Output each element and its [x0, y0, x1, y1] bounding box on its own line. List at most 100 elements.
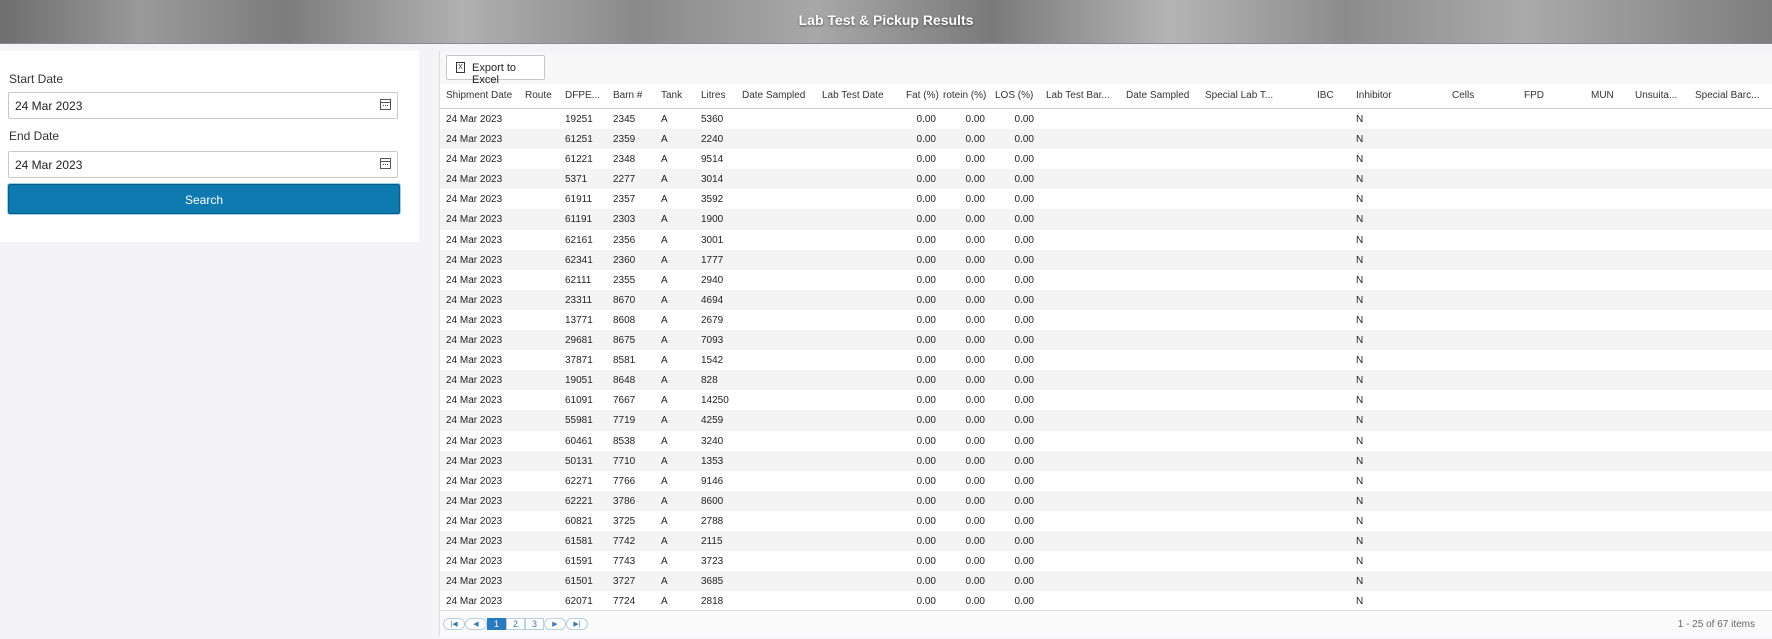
cell-barn: 2357 — [613, 194, 636, 206]
cell-dfpe: 62161 — [565, 234, 593, 246]
cell-barn: 8608 — [613, 314, 636, 326]
table-row[interactable]: 24 Mar 2023 5371 2277 A 3014 0.00 0.00 0.00 N — [440, 169, 1772, 190]
cell-litres: 3014 — [701, 174, 724, 186]
cell-litres: 2818 — [701, 596, 724, 608]
cell-tank: A — [661, 556, 668, 568]
calendar-icon[interactable] — [380, 158, 391, 169]
table-row[interactable]: 24 Mar 2023 50131 7710 A 1353 0.00 0.00 0.00 N — [440, 450, 1772, 471]
cell-tank: A — [661, 274, 668, 286]
col-los[interactable]: LOS (%) — [995, 90, 1033, 101]
cell-tank: A — [661, 355, 668, 367]
grid-header: Shipment Date Route DFPE... Barn # Tank … — [440, 84, 1772, 109]
table-row[interactable]: 24 Mar 2023 62071 7724 A 2818 0.00 0.00 0.00 N — [440, 591, 1772, 611]
table-row[interactable]: 24 Mar 2023 62341 2360 A 1777 0.00 0.00 0.00 N — [440, 249, 1772, 270]
cell-barn: 8670 — [613, 294, 636, 306]
table-row[interactable]: 24 Mar 2023 13771 8608 A 2679 0.00 0.00 0.00 N — [440, 310, 1772, 330]
table-row[interactable]: 24 Mar 2023 19251 2345 A 5360 0.00 0.00 0.00 N — [440, 109, 1772, 129]
cell-protein: 0.00 — [965, 495, 985, 507]
cell-fat: 0.00 — [916, 274, 936, 286]
cell-los: 0.00 — [1014, 335, 1034, 347]
table-row[interactable]: 24 Mar 2023 60821 3725 A 2788 0.00 0.00 0.00 N — [440, 511, 1772, 531]
col-shipment-date[interactable]: Shipment Date — [446, 90, 512, 101]
col-lab-test-bar[interactable]: Lab Test Bar... — [1046, 90, 1116, 101]
col-special-barc[interactable]: Special Barc... — [1695, 90, 1763, 101]
export-to-excel-button[interactable]: X Export to Excel — [446, 55, 545, 86]
col-protein[interactable]: rotein (%) — [943, 90, 986, 101]
cell-los: 0.00 — [1014, 274, 1034, 286]
cell-barn: 2348 — [613, 154, 636, 166]
table-row[interactable]: 24 Mar 2023 62111 2355 A 2940 0.00 0.00 0.00 N — [440, 270, 1772, 290]
last-page-icon[interactable]: ▶| — [566, 618, 588, 630]
cell-fat: 0.00 — [916, 415, 936, 427]
cell-date: 24 Mar 2023 — [446, 314, 503, 326]
cell-los: 0.00 — [1014, 174, 1034, 186]
start-date-field[interactable]: 24 Mar 2023 — [8, 92, 398, 119]
col-ibc[interactable]: IBC — [1317, 90, 1334, 101]
col-litres[interactable]: Litres — [701, 90, 725, 101]
prev-page-icon[interactable]: ◀ — [465, 618, 487, 630]
table-row[interactable]: 24 Mar 2023 62161 2356 A 3001 0.00 0.00 0.00 N — [440, 230, 1772, 250]
end-date-label: End Date — [9, 129, 60, 143]
cell-protein: 0.00 — [965, 254, 985, 266]
table-row[interactable]: 24 Mar 2023 23311 8670 A 4694 0.00 0.00 0.00 N — [440, 289, 1772, 310]
cell-protein: 0.00 — [965, 515, 985, 527]
end-date-field[interactable]: 24 Mar 2023 — [8, 151, 398, 178]
table-row[interactable]: 24 Mar 2023 55981 7719 A 4259 0.00 0.00 0.00 N — [440, 410, 1772, 431]
col-inhibitor[interactable]: Inhibitor — [1356, 90, 1392, 101]
cell-inhibitor: N — [1356, 114, 1364, 125]
cell-protein: 0.00 — [965, 214, 985, 226]
cell-date: 24 Mar 2023 — [446, 355, 503, 367]
table-row[interactable]: 24 Mar 2023 61911 2357 A 3592 0.00 0.00 0.00 N — [440, 189, 1772, 209]
col-date-sampled-2[interactable]: Date Sampled — [1126, 90, 1189, 101]
pager-info: 1 - 25 of 67 items — [1677, 619, 1755, 630]
cell-inhibitor: N — [1356, 154, 1364, 166]
page-1-button[interactable]: 1 — [487, 618, 506, 630]
calendar-icon[interactable] — [380, 99, 391, 110]
col-special-lab[interactable]: Special Lab T... — [1205, 90, 1279, 101]
cell-barn: 7742 — [613, 535, 636, 547]
cell-fat: 0.00 — [916, 254, 936, 266]
page-2-button[interactable]: 2 — [506, 618, 525, 630]
cell-tank: A — [661, 475, 668, 487]
search-button[interactable]: Search — [8, 184, 400, 214]
next-page-icon[interactable]: ▶ — [544, 618, 566, 630]
cell-date: 24 Mar 2023 — [446, 556, 503, 568]
table-row[interactable]: 24 Mar 2023 61221 2348 A 9514 0.00 0.00 0.00 N — [440, 149, 1772, 169]
cell-tank: A — [661, 174, 668, 186]
cell-dfpe: 62271 — [565, 475, 593, 487]
col-unsuita[interactable]: Unsuita... — [1635, 90, 1679, 101]
export-label: Export to Excel — [472, 62, 517, 86]
col-fpd[interactable]: FPD — [1524, 90, 1544, 101]
cell-inhibitor: N — [1356, 254, 1364, 266]
table-row[interactable]: 24 Mar 2023 62271 7766 A 9146 0.00 0.00 0.00 N — [440, 471, 1772, 491]
col-fat[interactable]: Fat (%) — [906, 90, 939, 101]
table-row[interactable]: 24 Mar 2023 29681 8675 A 7093 0.00 0.00 0.00 N — [440, 330, 1772, 351]
table-row[interactable]: 24 Mar 2023 19051 8648 A 828 0.00 0.00 0.00 N — [440, 370, 1772, 391]
col-date-sampled[interactable]: Date Sampled — [742, 90, 805, 101]
cell-fat: 0.00 — [916, 515, 936, 527]
table-row[interactable]: 24 Mar 2023 61591 7743 A 3723 0.00 0.00 0.00 N — [440, 551, 1772, 571]
cell-tank: A — [661, 395, 668, 407]
cell-los: 0.00 — [1014, 214, 1034, 226]
cell-fat: 0.00 — [916, 294, 936, 306]
table-row[interactable]: 24 Mar 2023 37871 8581 A 1542 0.00 0.00 0.00 N — [440, 350, 1772, 370]
col-route[interactable]: Route — [525, 90, 552, 101]
table-row[interactable]: 24 Mar 2023 61091 7667 A 14250 0.00 0.00 0.00 N — [440, 390, 1772, 410]
table-row[interactable]: 24 Mar 2023 61251 2359 A 2240 0.00 0.00 0.00 N — [440, 129, 1772, 150]
table-row[interactable]: 24 Mar 2023 60461 8538 A 3240 0.00 0.00 0.00 N — [440, 431, 1772, 451]
col-tank[interactable]: Tank — [661, 90, 682, 101]
cell-fat: 0.00 — [916, 435, 936, 447]
first-page-icon[interactable]: |◀ — [443, 618, 465, 630]
table-row[interactable]: 24 Mar 2023 62221 3786 A 8600 0.00 0.00 0.00 N — [440, 490, 1772, 511]
table-row[interactable]: 24 Mar 2023 61501 3727 A 3685 0.00 0.00 0.00 N — [440, 571, 1772, 592]
col-cells[interactable]: Cells — [1452, 90, 1474, 101]
col-lab-test-date[interactable]: Lab Test Date — [822, 90, 884, 101]
page-3-button[interactable]: 3 — [525, 618, 544, 630]
col-mun[interactable]: MUN — [1591, 90, 1614, 101]
col-dfpe[interactable]: DFPE... — [565, 90, 603, 101]
table-row[interactable]: 24 Mar 2023 61581 7742 A 2115 0.00 0.00 0.00 N — [440, 530, 1772, 552]
col-barn[interactable]: Barn # — [613, 90, 642, 101]
cell-protein: 0.00 — [965, 556, 985, 568]
table-row[interactable]: 24 Mar 2023 61191 2303 A 1900 0.00 0.00 0.00 N — [440, 209, 1772, 230]
cell-barn: 2277 — [613, 174, 636, 186]
